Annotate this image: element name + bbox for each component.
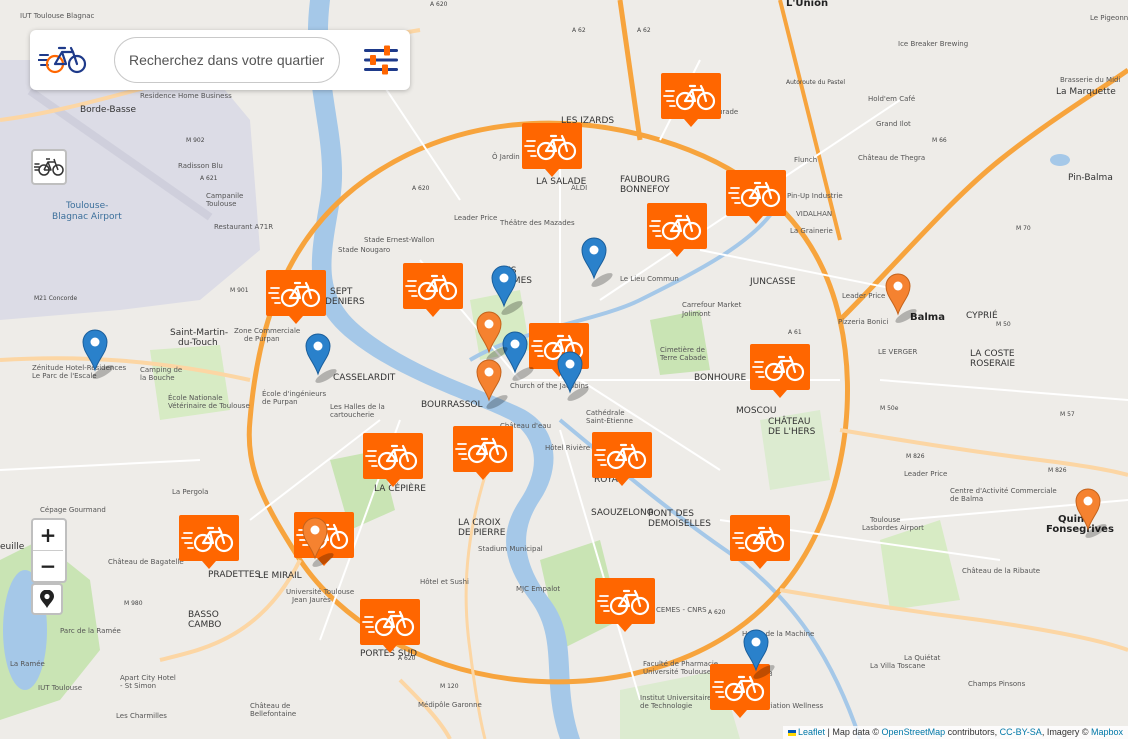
mapbox-link[interactable]: Mapbox xyxy=(1091,727,1123,737)
marker-layer xyxy=(82,0,1109,739)
map-container[interactable]: L'Union Borde-Basse Toulouse- Blagnac Ai… xyxy=(0,0,1128,739)
bike-station-marker[interactable] xyxy=(403,263,463,317)
attribution-text: | Map data © xyxy=(825,727,882,737)
license-link[interactable]: CC-BY-SA xyxy=(1000,727,1042,737)
search-panel xyxy=(30,30,410,90)
search-input[interactable] xyxy=(114,37,340,83)
bike-station-marker[interactable] xyxy=(592,432,652,486)
bike-station-marker[interactable] xyxy=(453,426,513,480)
bike-station-marker[interactable] xyxy=(730,515,790,569)
bike-station-marker[interactable] xyxy=(179,515,239,569)
bike-logo-icon[interactable] xyxy=(38,42,90,78)
attribution-text: , Imagery © xyxy=(1041,727,1091,737)
location-pin-icon xyxy=(40,590,54,608)
map-pin-orange[interactable] xyxy=(1075,488,1109,541)
bike-icon xyxy=(34,158,64,176)
map-pin-orange[interactable] xyxy=(476,359,510,412)
bike-station-marker[interactable] xyxy=(726,170,786,224)
bike-station-marker[interactable] xyxy=(360,599,420,653)
bike-station-marker[interactable] xyxy=(661,73,721,127)
bike-station-marker[interactable] xyxy=(522,123,582,177)
map-pin-blue[interactable] xyxy=(305,333,339,386)
zoom-in-button[interactable]: + xyxy=(33,520,63,551)
map-pin-blue[interactable] xyxy=(82,329,116,382)
leaflet-link[interactable]: Leaflet xyxy=(798,727,825,737)
bike-station-marker[interactable] xyxy=(647,203,707,257)
locate-me-button[interactable] xyxy=(31,583,63,615)
zoom-control: + − xyxy=(31,518,67,583)
bike-station-marker[interactable] xyxy=(266,270,326,324)
zoom-out-button[interactable]: − xyxy=(33,551,63,581)
map-pin-blue[interactable] xyxy=(581,237,615,290)
bike-station-marker[interactable] xyxy=(363,433,423,487)
map-pin-orange[interactable] xyxy=(885,273,919,326)
openstreetmap-link[interactable]: OpenStreetMap xyxy=(882,727,946,737)
map-attribution: Leaflet | Map data © OpenStreetMap contr… xyxy=(783,726,1128,739)
map-pin-blue[interactable] xyxy=(491,265,525,318)
bike-lanes-toggle-button[interactable] xyxy=(31,149,67,185)
filter-sliders-icon[interactable] xyxy=(362,44,400,76)
bike-station-marker[interactable] xyxy=(595,578,655,632)
attribution-text: contributors, xyxy=(945,727,1000,737)
ukraine-flag-icon xyxy=(788,729,797,736)
bike-station-marker[interactable] xyxy=(750,344,810,398)
